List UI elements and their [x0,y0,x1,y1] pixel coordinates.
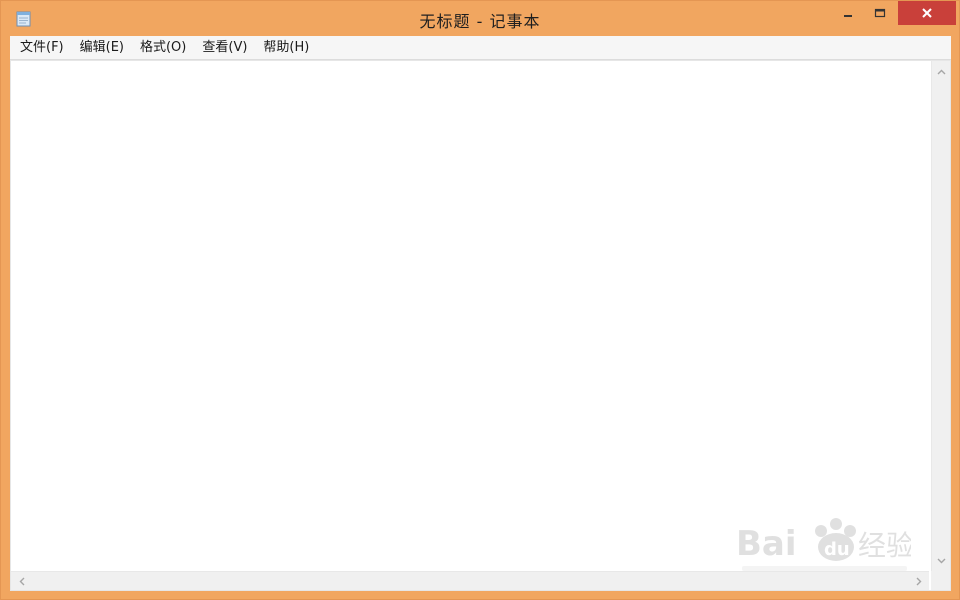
notepad-window: 无标题 - 记事本 文件(F) 编辑(E) 格式(O) 查看(V) 帮助(H) [0,0,960,600]
scroll-left-button[interactable] [13,573,30,590]
horizontal-scrollbar[interactable] [11,571,929,590]
close-icon [922,8,932,18]
menu-help[interactable]: 帮助(H) [255,36,317,59]
editor-pane [10,60,951,591]
scroll-down-button[interactable] [933,552,950,569]
close-button[interactable] [898,1,956,25]
chevron-down-icon [937,558,946,563]
resize-grip[interactable] [931,571,950,590]
maximize-icon [874,8,886,18]
menu-view[interactable]: 查看(V) [194,36,255,59]
menu-edit[interactable]: 编辑(E) [72,36,132,59]
maximize-button[interactable] [865,1,895,25]
text-editor[interactable] [11,61,929,571]
chevron-right-icon [916,577,921,586]
vertical-scrollbar[interactable] [931,61,950,571]
menu-format[interactable]: 格式(O) [132,36,194,59]
menu-file[interactable]: 文件(F) [12,36,72,59]
scroll-up-button[interactable] [933,63,950,80]
title-bar[interactable]: 无标题 - 记事本 [1,1,959,36]
scroll-right-button[interactable] [910,573,927,590]
chevron-up-icon [937,69,946,74]
menu-bar: 文件(F) 编辑(E) 格式(O) 查看(V) 帮助(H) [10,36,951,60]
minimize-icon [844,15,852,17]
window-title: 无标题 - 记事本 [419,12,541,31]
chevron-left-icon [19,577,24,586]
minimize-button[interactable] [833,1,863,25]
